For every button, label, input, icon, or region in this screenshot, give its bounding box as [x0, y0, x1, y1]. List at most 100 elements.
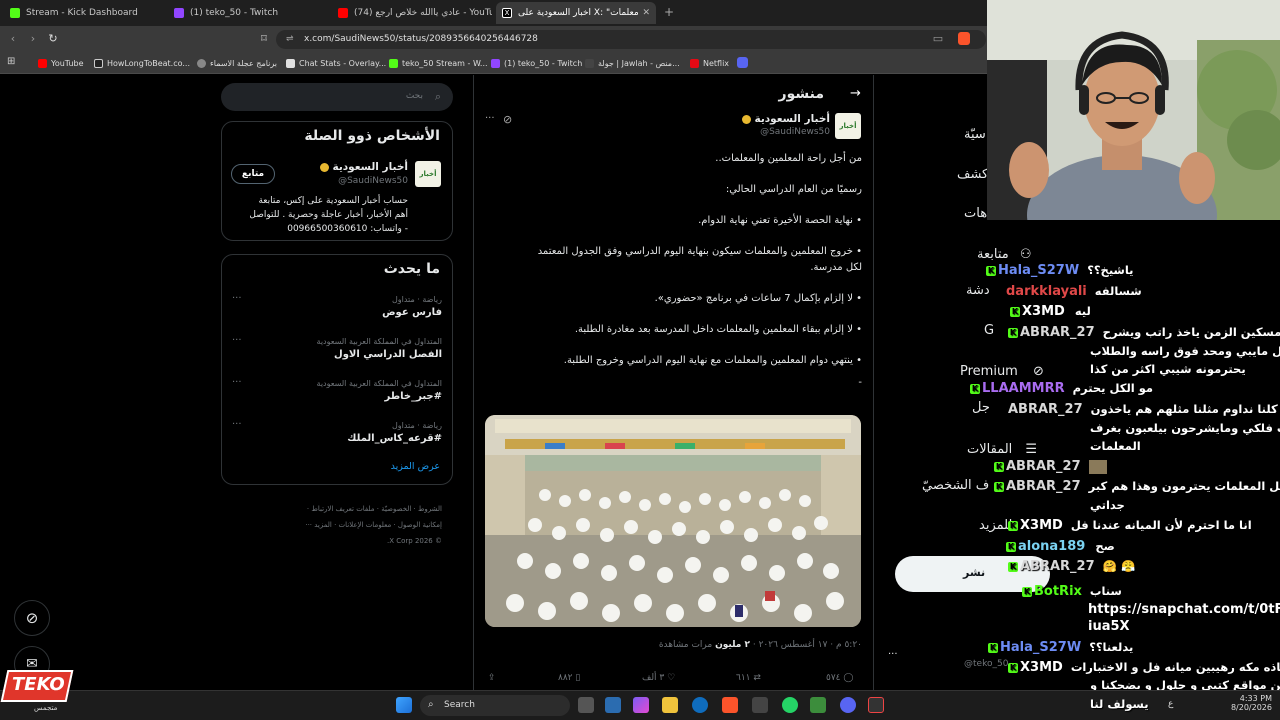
- whatsapp-icon[interactable]: [782, 697, 798, 713]
- nav-item-following[interactable]: متابعة ⚇: [977, 243, 1047, 262]
- new-tab-button[interactable]: +: [664, 5, 674, 19]
- bookmark-page-icon[interactable]: ⌑: [256, 31, 272, 47]
- chat-username: ABRAR_27: [1006, 459, 1081, 474]
- repost-action[interactable]: ٦١١ ⇄: [736, 673, 761, 683]
- chat-message: K BotRix سناب: [1022, 584, 1122, 599]
- bookmark-howlongtobeat[interactable]: HowLongToBeat.co...: [94, 56, 190, 70]
- kick-badge-icon: K: [1008, 520, 1018, 531]
- twitch-icon: [174, 8, 184, 18]
- edge-icon[interactable]: [692, 697, 708, 713]
- more-options-icon[interactable]: ···: [232, 419, 242, 430]
- site-info-icon[interactable]: ⇌: [286, 30, 294, 49]
- url-text: x.com/SaudiNews50/status/208935664025644…: [304, 34, 538, 44]
- chat-message: K Hala_S27W يدلعنا؟؟: [988, 640, 1133, 655]
- nav-partial[interactable]: كشف: [957, 167, 988, 182]
- brave-shield-icon[interactable]: [958, 32, 970, 45]
- saudinews-avatar[interactable]: أخبار: [415, 161, 441, 187]
- account-more-icon[interactable]: ···: [888, 649, 898, 660]
- url-field[interactable]: ⇌ x.com/SaudiNews50/status/2089356640256…: [276, 30, 986, 49]
- more-options-icon[interactable]: ···: [232, 335, 242, 346]
- chat-username: X3MD: [1020, 518, 1063, 533]
- chat-link[interactable]: iua5X: [1088, 619, 1130, 634]
- like-action[interactable]: ٣ ألف ♡: [642, 673, 675, 683]
- store-icon[interactable]: [752, 697, 768, 713]
- trend-meta: رياضة · متداول: [391, 421, 442, 430]
- brave-icon[interactable]: [722, 697, 738, 713]
- trend-item[interactable]: المتداول في المملكة العربية السعودية الف…: [222, 335, 454, 371]
- repost-count: ٦١١: [736, 673, 751, 683]
- file-explorer-icon[interactable]: [662, 697, 678, 713]
- more-options-icon[interactable]: ···: [232, 293, 242, 304]
- bookmark-action[interactable]: ٨٨٢ ▯: [558, 673, 580, 683]
- post-image[interactable]: [485, 415, 861, 627]
- back-icon[interactable]: ‹: [5, 31, 21, 47]
- back-arrow-icon[interactable]: →: [850, 86, 861, 101]
- author-avatar[interactable]: أخبار: [835, 113, 861, 139]
- twitch-icon: [491, 58, 500, 68]
- school-assembly-photo: [485, 415, 861, 627]
- follow-button[interactable]: متابع: [231, 164, 275, 184]
- trend-item[interactable]: المتداول في المملكة العربية السعودية #جب…: [222, 377, 454, 413]
- widgets-icon[interactable]: [605, 697, 621, 713]
- footer-links[interactable]: إمكانية الوصول · معلومات الإعلانات · الم…: [305, 517, 442, 533]
- tab-youtube[interactable]: (74) عادي ياالله خلاص ارجع - YouTube: [332, 2, 492, 24]
- bookmark-netflix[interactable]: Netflix: [690, 56, 729, 70]
- author-name-row[interactable]: أخبار السعودية: [741, 113, 830, 125]
- chat-text: سناب: [1089, 584, 1122, 598]
- bookmark-names-wheel[interactable]: برنامج عجلة الاسماء: [197, 56, 277, 70]
- like-count: ٣ ألف: [642, 673, 665, 683]
- post-timestamp[interactable]: ٥:٢٠ م · ١٧ أغسطس ٢٠٢٦ ·: [753, 640, 862, 650]
- related-name[interactable]: أخبار السعودية: [319, 161, 408, 173]
- kick-badge-icon: K: [1022, 586, 1032, 597]
- nav-partial[interactable]: سيّة: [964, 127, 986, 142]
- post-more-icon[interactable]: ···: [485, 113, 495, 124]
- related-handle: @SaudiNews50: [338, 176, 408, 186]
- close-tab-icon[interactable]: ✕: [642, 8, 650, 18]
- tab-label: أخبار السعودية على X: "معلّمات..." / X: [518, 8, 638, 18]
- bookmark-label: Netflix: [703, 58, 730, 68]
- bookmark-label: HowLongToBeat.co...: [107, 58, 191, 68]
- trend-item[interactable]: رياضة · متداول فارس عوض ···: [222, 293, 454, 329]
- reload-icon[interactable]: ↻: [45, 31, 61, 47]
- search-input[interactable]: ⌕ بحث: [221, 83, 453, 111]
- hltb-icon: [94, 58, 103, 68]
- language-indicator[interactable]: ع: [1168, 699, 1173, 709]
- tab-kick[interactable]: Stream - Kick Dashboard: [4, 2, 164, 24]
- discord-bookmark-icon[interactable]: [737, 57, 748, 68]
- grok-float-icon[interactable]: ⊘: [14, 600, 50, 636]
- reply-action[interactable]: ٥٧٤ ◯: [826, 673, 853, 683]
- app-icon[interactable]: [810, 697, 826, 713]
- tab-label: (74) عادي ياالله خلاص ارجع - YouTube: [354, 8, 492, 18]
- taskbar-search[interactable]: ⌕ Search: [420, 695, 570, 716]
- bookmark-chat-stats[interactable]: Chat Stats - Overlay...: [286, 56, 386, 70]
- post-line: • خروج المعلمين والمعلمات سيكون بنهاية ا…: [537, 246, 862, 257]
- related-bio: حساب أخبار السعودية على إكس، متابعة أهم …: [249, 194, 408, 236]
- search-placeholder: بحث: [405, 91, 423, 101]
- show-more-link[interactable]: عرض المزيد: [391, 461, 440, 472]
- tab-twitch[interactable]: (1) teko_50 - Twitch: [168, 2, 328, 24]
- obs-icon[interactable]: [868, 697, 884, 713]
- cast-icon[interactable]: ▭: [930, 31, 946, 47]
- copilot-icon[interactable]: [633, 697, 649, 713]
- grok-icon[interactable]: ⊘: [503, 113, 512, 126]
- chat-username: X3MD: [1022, 304, 1065, 319]
- bookmark-twitch[interactable]: (1) teko_50 - Twitch: [491, 56, 582, 70]
- clock[interactable]: 4:33 PM 8/20/2026: [1212, 694, 1272, 712]
- chat-overlay: K Hala_S27W ياشيخ؟؟ darkklayali شسالفه KX…: [960, 262, 1280, 692]
- tab-x-active[interactable]: X أخبار السعودية على X: "معلّمات..." / X…: [496, 2, 656, 24]
- forward-icon[interactable]: ›: [25, 31, 41, 47]
- footer-links[interactable]: الشروط · الخصوصيّة · ملفات تعريف الارتبا…: [305, 501, 442, 517]
- apps-grid-icon[interactable]: ⊞: [7, 56, 19, 68]
- chat-link[interactable]: https://snapchat.com/t/0tF: [1088, 602, 1280, 617]
- nav-partial[interactable]: هات: [964, 206, 987, 221]
- trend-item[interactable]: رياضة · متداول #قرعه_كاس_الملك ···: [222, 419, 454, 455]
- discord-icon[interactable]: [840, 697, 856, 713]
- post-line: من أجل راحة المعلمين والمعلمات..: [715, 153, 862, 164]
- windows-start-icon[interactable]: [396, 697, 412, 713]
- more-options-icon[interactable]: ···: [232, 377, 242, 388]
- bookmark-youtube[interactable]: YouTube: [38, 56, 84, 70]
- share-icon[interactable]: ⇪: [488, 673, 496, 683]
- bookmark-teko-stream[interactable]: teko_50 Stream - W...: [389, 56, 488, 70]
- task-view-icon[interactable]: [578, 697, 594, 713]
- bookmark-jawlah[interactable]: جولة | Jawlah - منص...: [585, 56, 680, 70]
